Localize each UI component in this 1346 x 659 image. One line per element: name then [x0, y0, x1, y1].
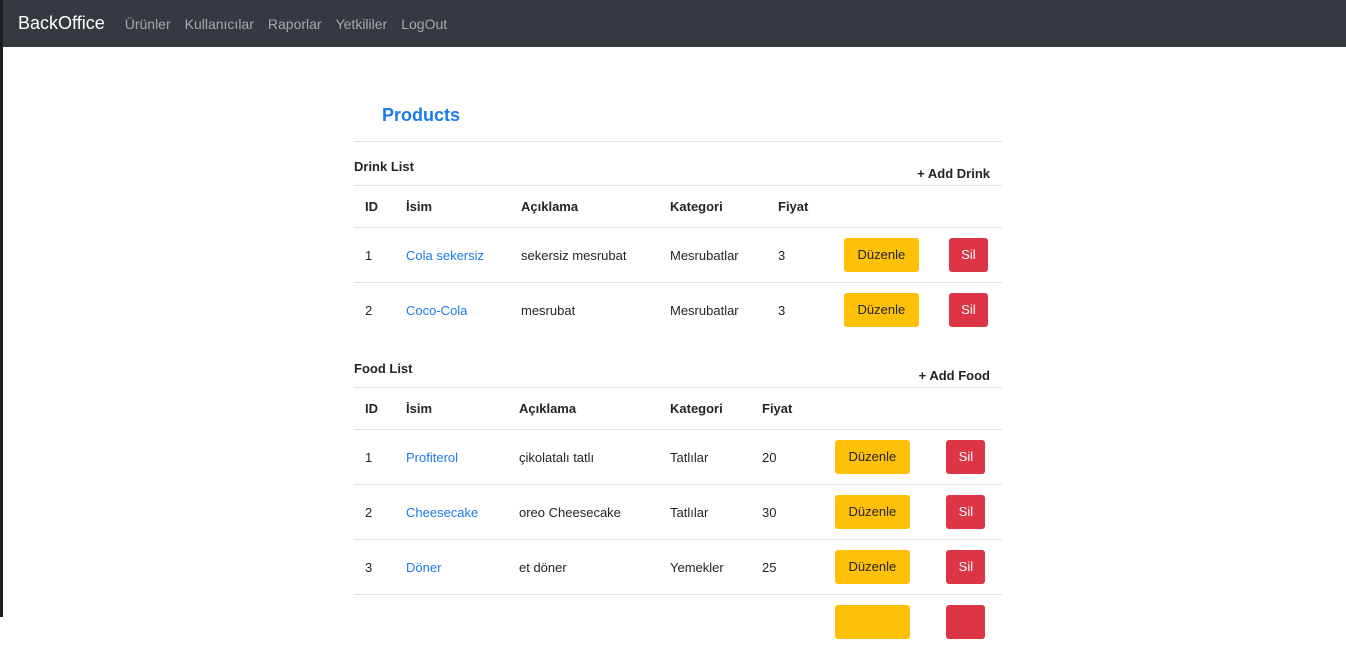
cell-description: mesrubat — [510, 283, 659, 338]
column-header-delete — [930, 388, 1002, 430]
column-header-description: Açıklama — [510, 186, 659, 228]
nav-link-kullanicilar[interactable]: Kullanıcılar — [185, 16, 254, 32]
cell-category: Mesrubatlar — [659, 228, 767, 283]
column-header-price: Fiyat — [767, 186, 828, 228]
cell-id: 2 — [354, 283, 395, 338]
table-header-row: ID İsim Açıklama Kategori Fiyat — [354, 186, 1002, 228]
cell-edit — [815, 595, 930, 659]
cell-price: 30 — [751, 485, 815, 540]
nav-link-yetkililer[interactable]: Yetkililer — [336, 16, 388, 32]
cell-category: Tatlılar — [659, 430, 751, 485]
food-list-title: Food List — [354, 361, 413, 376]
cell-price — [751, 595, 815, 659]
top-navbar: BackOffice Ürünler Kullanıcılar Raporlar… — [3, 0, 1346, 47]
column-header-name: İsim — [395, 186, 510, 228]
cell-delete: Sil — [930, 430, 1002, 485]
cell-category: Mesrubatlar — [659, 283, 767, 338]
nav-link-raporlar[interactable]: Raporlar — [268, 16, 322, 32]
title-divider — [354, 141, 1002, 142]
cell-name: Profiterol — [395, 430, 508, 485]
column-header-edit — [815, 388, 930, 430]
table-row-partial — [354, 595, 1002, 659]
cell-description: oreo Cheesecake — [508, 485, 659, 540]
cell-delete: Sil — [935, 228, 1002, 283]
column-header-name: İsim — [395, 388, 508, 430]
column-header-category: Kategori — [659, 388, 751, 430]
column-header-edit — [828, 186, 935, 228]
cell-edit: Düzenle — [815, 430, 930, 485]
cell-price: 20 — [751, 430, 815, 485]
delete-button[interactable]: Sil — [949, 238, 988, 272]
table-row: 2 Cheesecake oreo Cheesecake Tatlılar 30… — [354, 485, 1002, 540]
nav-link-logout[interactable]: LogOut — [401, 16, 447, 32]
cell-id: 3 — [354, 540, 395, 595]
edit-button-partial[interactable] — [835, 605, 910, 639]
product-name-link[interactable]: Cola sekersiz — [406, 248, 484, 263]
table-row: 1 Cola sekersiz sekersiz mesrubat Mesrub… — [354, 228, 1002, 283]
edit-button[interactable]: Düzenle — [835, 495, 910, 529]
drink-table: ID İsim Açıklama Kategori Fiyat 1 Cola s… — [354, 185, 1002, 337]
cell-id: 1 — [354, 228, 395, 283]
edit-button[interactable]: Düzenle — [835, 440, 910, 474]
cell-category: Tatlılar — [659, 485, 751, 540]
brand-link[interactable]: BackOffice — [18, 13, 105, 34]
cell-description — [508, 595, 659, 659]
drink-list-title: Drink List — [354, 159, 414, 174]
cell-category: Yemekler — [659, 540, 751, 595]
page-title: Products — [382, 105, 460, 126]
delete-button[interactable]: Sil — [949, 293, 988, 327]
product-name-link[interactable]: Profiterol — [406, 450, 458, 465]
cell-delete: Sil — [930, 540, 1002, 595]
food-table: ID İsim Açıklama Kategori Fiyat 1 Profit… — [354, 387, 1002, 659]
cell-price: 3 — [767, 228, 828, 283]
column-header-id: ID — [354, 388, 395, 430]
table-header-row: ID İsim Açıklama Kategori Fiyat — [354, 388, 1002, 430]
cell-category — [659, 595, 751, 659]
cell-description: sekersiz mesrubat — [510, 228, 659, 283]
edit-button[interactable]: Düzenle — [835, 550, 910, 584]
cell-delete — [930, 595, 1002, 659]
product-name-link[interactable]: Cheesecake — [406, 505, 478, 520]
cell-price: 25 — [751, 540, 815, 595]
delete-button[interactable]: Sil — [946, 495, 985, 529]
cell-id: 2 — [354, 485, 395, 540]
window-edge — [0, 0, 3, 617]
cell-price: 3 — [767, 283, 828, 338]
column-header-price: Fiyat — [751, 388, 815, 430]
delete-button-partial[interactable] — [946, 605, 985, 639]
edit-button[interactable]: Düzenle — [844, 293, 919, 327]
column-header-delete — [935, 186, 1002, 228]
cell-name: Coco-Cola — [395, 283, 510, 338]
cell-edit: Düzenle — [815, 485, 930, 540]
cell-delete: Sil — [930, 485, 1002, 540]
add-food-button[interactable]: + Add Food — [919, 368, 990, 383]
table-row: 2 Coco-Cola mesrubat Mesrubatlar 3 Düzen… — [354, 283, 1002, 338]
cell-delete: Sil — [935, 283, 1002, 338]
cell-edit: Düzenle — [828, 283, 935, 338]
cell-name — [395, 595, 508, 659]
nav-link-urunler[interactable]: Ürünler — [125, 16, 171, 32]
cell-name: Cheesecake — [395, 485, 508, 540]
cell-name: Cola sekersiz — [395, 228, 510, 283]
cell-id: 1 — [354, 430, 395, 485]
cell-edit: Düzenle — [815, 540, 930, 595]
column-header-id: ID — [354, 186, 395, 228]
column-header-description: Açıklama — [508, 388, 659, 430]
delete-button[interactable]: Sil — [946, 550, 985, 584]
table-row: 3 Döner et döner Yemekler 25 Düzenle Sil — [354, 540, 1002, 595]
table-row: 1 Profiterol çikolatalı tatlı Tatlılar 2… — [354, 430, 1002, 485]
edit-button[interactable]: Düzenle — [844, 238, 919, 272]
product-name-link[interactable]: Coco-Cola — [406, 303, 467, 318]
cell-description: et döner — [508, 540, 659, 595]
cell-name: Döner — [395, 540, 508, 595]
cell-description: çikolatalı tatlı — [508, 430, 659, 485]
add-drink-button[interactable]: + Add Drink — [917, 166, 990, 181]
cell-id — [354, 595, 395, 659]
cell-edit: Düzenle — [828, 228, 935, 283]
delete-button[interactable]: Sil — [946, 440, 985, 474]
product-name-link[interactable]: Döner — [406, 560, 441, 575]
column-header-category: Kategori — [659, 186, 767, 228]
